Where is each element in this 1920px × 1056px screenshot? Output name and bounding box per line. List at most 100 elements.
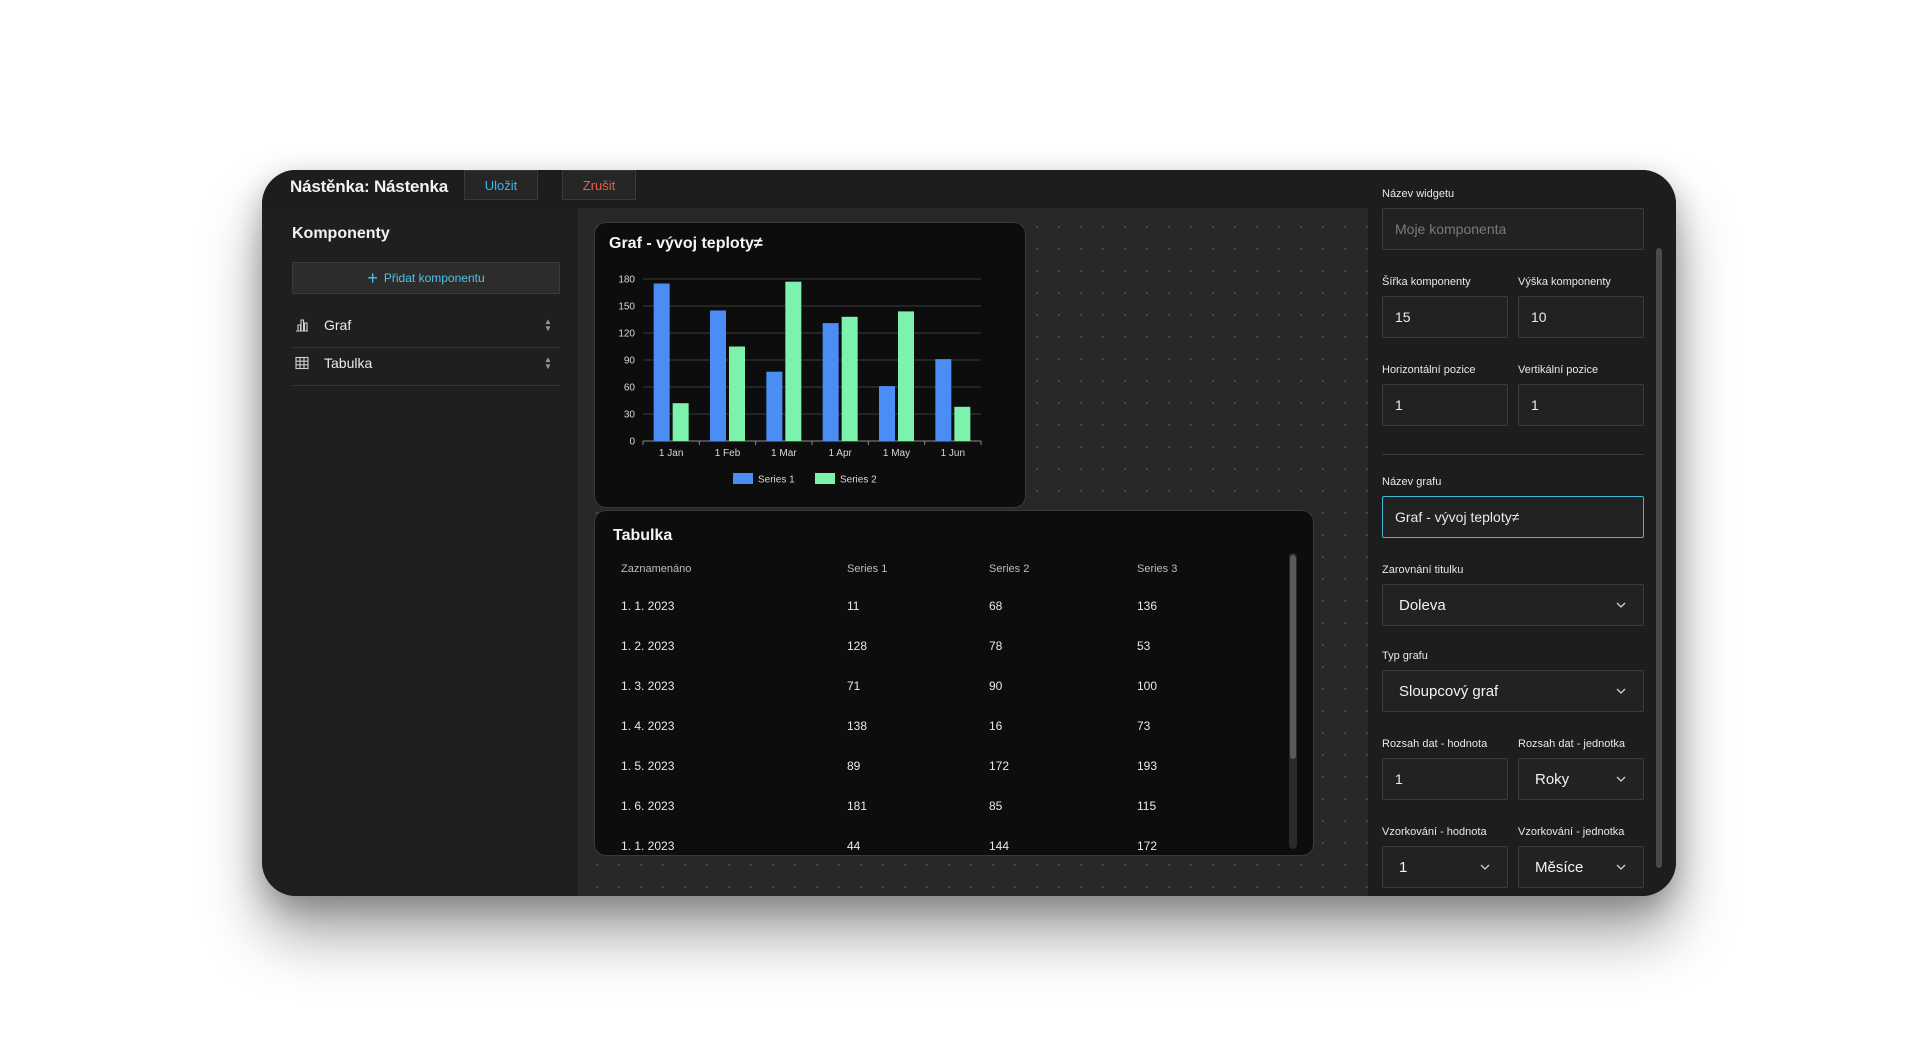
table-cell: 16: [989, 719, 1003, 733]
bar: [879, 386, 895, 441]
chevron-down-icon: [1616, 776, 1626, 782]
table-cell: 136: [1137, 599, 1158, 613]
range-value-input[interactable]: 1: [1382, 758, 1508, 800]
chart-widget[interactable]: Graf - vývoj teploty≠ 0 30 60 90 120 150 180 1 …: [594, 222, 1026, 508]
dashboard-canvas[interactable]: Graf - vývoj teploty≠ 0 30 60 90 120 150 180 1 …: [578, 208, 1368, 896]
bar: [785, 281, 802, 441]
table-widget[interactable]: Tabulka Zaznamenáno Series 1 Series 2 Se…: [594, 510, 1314, 856]
bar-chart-icon: [296, 318, 308, 332]
table-cell: 90: [989, 679, 1003, 693]
range-value-label: Rozsah dat - hodnota: [1382, 738, 1488, 750]
chevron-down-icon: [1616, 602, 1626, 608]
x-tick-label: 1 Feb: [715, 448, 741, 459]
table-cell: 1. 3. 2023: [621, 679, 675, 693]
x-tick-label: 1 May: [883, 448, 910, 459]
add-component-button[interactable]: + Přidat komponentu: [292, 262, 560, 294]
chevron-down-icon: [1616, 864, 1626, 870]
title-align-value: Doleva: [1399, 596, 1446, 614]
range-unit-label: Rozsah dat - jednotka: [1518, 738, 1626, 750]
table-cell: 11: [847, 599, 860, 613]
title-align-select[interactable]: Doleva: [1382, 584, 1644, 626]
table-cell: 100: [1137, 679, 1158, 693]
save-button[interactable]: Uložit: [464, 170, 538, 200]
table-cell: 1. 1. 2023: [621, 839, 675, 853]
table-header: Zaznamenáno Series 1 Series 2 Series 3: [621, 563, 1281, 583]
table-row: 1. 3. 2023 71 90 100: [621, 669, 1281, 709]
y-tick-label: 0: [629, 437, 635, 448]
range-unit-select[interactable]: Roky: [1518, 758, 1644, 800]
table-row: 1. 2. 2023 128 78 53: [621, 629, 1281, 669]
properties-panel: Název widgetu Moje komponenta Šířka komp…: [1368, 170, 1676, 896]
hpos-label: Horizontální pozice: [1382, 364, 1476, 376]
hpos-input[interactable]: 1: [1382, 384, 1508, 426]
table-cell: 1. 2. 2023: [621, 639, 675, 653]
x-tick-label: 1 Jan: [659, 448, 683, 459]
table-cell: 144: [989, 839, 1010, 853]
table-row: 1. 1. 2023 44 144 172: [621, 829, 1281, 855]
widget-name-input[interactable]: Moje komponenta: [1382, 208, 1644, 250]
page-title: Nástěnka: Nástenka: [290, 177, 448, 196]
table-cell: 1. 5. 2023: [621, 759, 675, 773]
chart-type-label: Typ grafu: [1382, 650, 1428, 662]
sidebar-title: Komponenty: [292, 225, 390, 242]
app-window: Nástěnka: Nástenka Uložit Zrušit Kompone…: [262, 170, 1676, 896]
table-cell: 44: [847, 839, 861, 853]
panel-scrollbar[interactable]: [1656, 248, 1662, 868]
column-header: Series 3: [1137, 563, 1178, 575]
vpos-label: Vertikální pozice: [1518, 364, 1599, 376]
y-tick-label: 120: [618, 329, 635, 340]
bar: [841, 316, 858, 441]
table-cell: 71: [847, 679, 861, 693]
sort-handle-icon[interactable]: ▲ ▼: [542, 355, 554, 370]
sidebar: Komponenty + Přidat komponentu Graf ▲ ▼ T…: [262, 208, 578, 896]
table-cell: 68: [989, 599, 1003, 613]
height-input[interactable]: 10: [1518, 296, 1644, 338]
table-row: 1. 6. 2023 181 85 115: [621, 789, 1281, 829]
top-bar: Nástěnka: Nástenka Uložit Zrušit: [262, 170, 1368, 208]
y-tick-label: 90: [624, 356, 636, 367]
sidebar-item-tabulka[interactable]: Tabulka ▲ ▼: [292, 340, 560, 386]
table-body: 1. 1. 2023 11 68 136 1. 2. 2023 128 78 5…: [621, 589, 1281, 855]
chart-type-value: Sloupcový graf: [1399, 682, 1499, 700]
range-unit-value: Roky: [1535, 770, 1570, 788]
scrollbar-thumb[interactable]: [1290, 555, 1296, 759]
column-header: Zaznamenáno: [621, 563, 692, 575]
x-tick-label: 1 Jun: [941, 448, 965, 459]
title-align-label: Zarovnání titulku: [1382, 564, 1464, 576]
table-cell: 1. 4. 2023: [621, 719, 675, 733]
legend-label: Series 2: [840, 475, 877, 486]
legend-label: Series 1: [758, 475, 795, 486]
table-cell: 115: [1137, 799, 1157, 813]
table-cell: 89: [847, 759, 861, 773]
height-label: Výška komponenty: [1518, 276, 1611, 288]
table-row: 1. 5. 2023 89 172 193: [621, 749, 1281, 789]
y-tick-label: 180: [618, 275, 635, 286]
widget-name-label: Název widgetu: [1382, 188, 1455, 200]
sort-handle-icon[interactable]: ▲ ▼: [542, 317, 554, 332]
column-header: Series 2: [989, 563, 1030, 575]
bar: [672, 403, 689, 441]
table-cell: 1. 6. 2023: [621, 799, 675, 813]
chart-type-select[interactable]: Sloupcový graf: [1382, 670, 1644, 712]
x-tick-label: 1 Apr: [828, 448, 852, 459]
width-input[interactable]: 15: [1382, 296, 1508, 338]
table-scrollbar[interactable]: [1289, 553, 1297, 849]
bar: [729, 346, 745, 441]
chart-name-label: Název grafu: [1382, 476, 1442, 488]
table-cell: 53: [1137, 639, 1151, 653]
vpos-input[interactable]: 1: [1518, 384, 1644, 426]
table-cell: 128: [847, 639, 868, 653]
table-cell: 138: [847, 719, 868, 733]
sidebar-item-label: Tabulka: [324, 354, 373, 371]
sampling-unit-select[interactable]: Měsíce: [1518, 846, 1644, 888]
bar: [766, 371, 783, 441]
table-icon: [295, 356, 309, 369]
cancel-button[interactable]: Zrušit: [562, 170, 636, 200]
chevron-down-icon: [1616, 688, 1626, 694]
bar: [653, 283, 670, 441]
sampling-value-select[interactable]: 1: [1382, 846, 1508, 888]
chart-name-input[interactable]: Graf - vývoj teploty≠: [1382, 496, 1644, 538]
sampling-unit-label: Vzorkování - jednotka: [1518, 826, 1625, 838]
sampling-value-label: Vzorkování - hodnota: [1382, 826, 1487, 838]
table-cell: 78: [989, 639, 1003, 653]
